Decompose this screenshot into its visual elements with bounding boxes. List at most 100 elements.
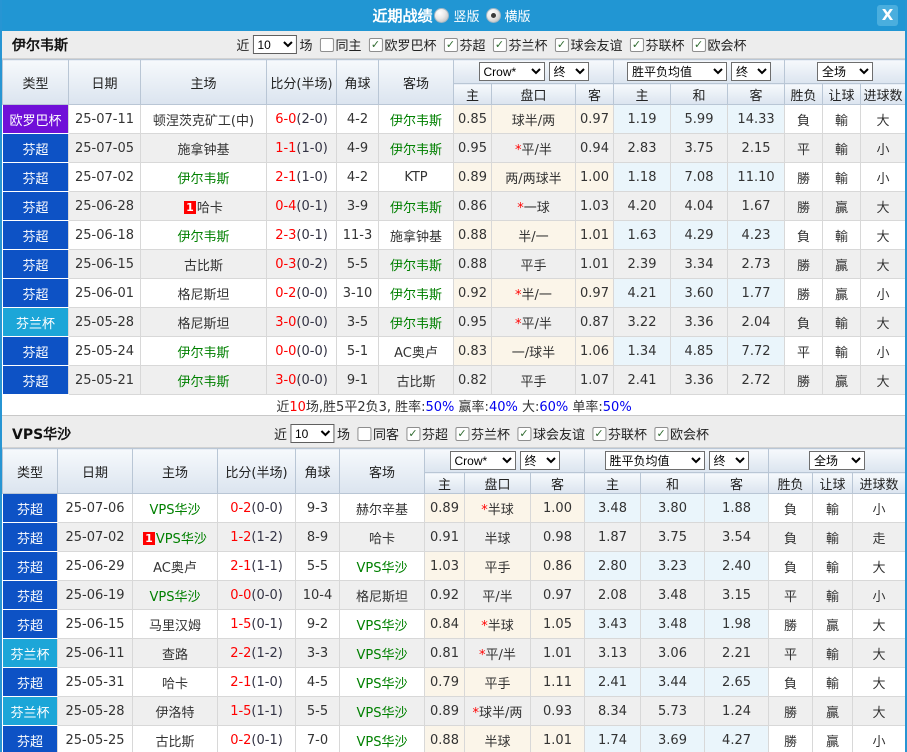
home-team-name: 伊尔韦斯 (177, 171, 230, 187)
match-date: 25-06-15 (68, 249, 141, 279)
league-filter-checkbox[interactable] (629, 37, 644, 52)
odds-company-select[interactable]: Crow* (478, 62, 545, 81)
league-filter-checkbox[interactable] (592, 426, 607, 441)
crown-home-odds: 0.81 (424, 638, 465, 668)
crown-home-odds: 0.92 (424, 580, 465, 610)
match-row: 芬超 25-05-21 伊尔韦斯 3-0(0-0) 9-1 古比斯 0.82 平手 1.07 2.… (2, 365, 905, 395)
league-filter-checkbox[interactable] (368, 37, 383, 52)
handicap-result-cell: 輸 (822, 307, 862, 337)
handicap-result-cell: 輸 (812, 580, 854, 610)
odds-stage-select[interactable]: 终 (548, 62, 589, 81)
corners-cell: 9-2 (295, 609, 340, 639)
fulltime-score: 1-5 (230, 616, 252, 632)
avg-stage-select[interactable]: 终 (708, 451, 749, 470)
avg-home-odds: 2.41 (584, 667, 642, 697)
goals-result-cell: 大 (860, 220, 905, 250)
match-row: 芬超 25-06-18 伊尔韦斯 2-3(0-1) 11-3 施拿钟基 0.88 半/一 1.0… (2, 220, 905, 250)
halftime-score: (1-2) (251, 645, 283, 661)
avg-away-odds: 3.54 (704, 522, 770, 552)
halftime-score: (0-0) (296, 372, 328, 388)
avg-away-odds: 2.21 (704, 638, 770, 668)
handicap-cell: 平手 (464, 667, 531, 697)
away-team-name: AC奥卢 (394, 345, 438, 361)
match-count-select[interactable]: 10 (252, 35, 297, 54)
halftime-score: (1-0) (296, 140, 328, 156)
avg-select[interactable]: 胜平负均值 (627, 62, 728, 81)
sub-column-header: 和 (670, 83, 729, 105)
league-badge: 芬超 (2, 133, 69, 163)
halftime-score: (1-0) (296, 169, 328, 185)
goals-result-cell: 大 (852, 609, 905, 639)
halftime-score: (1-0) (251, 674, 283, 690)
handicap-text: 平手 (484, 676, 511, 692)
handicap-text: 两/两球半 (505, 171, 562, 187)
score-cell: 1-2(1-2) (217, 522, 296, 552)
avg-stage-select[interactable]: 终 (731, 62, 772, 81)
crown-away-odds: 1.05 (529, 609, 586, 639)
scope-select[interactable]: 全场 (809, 451, 866, 470)
corners-cell: 10-4 (295, 580, 340, 610)
avg-select[interactable]: 胜平负均值 (604, 451, 705, 470)
summary-segment: 场,胜5平2负3, 胜率: (305, 399, 426, 415)
scope-group: 全场 (784, 59, 905, 84)
crown-away-odds: 0.94 (574, 133, 615, 163)
sub-column-header: 盘口 (491, 83, 576, 105)
goals-result-cell: 大 (860, 365, 905, 395)
score-cell: 2-1(1-0) (266, 162, 337, 192)
match-date: 25-05-25 (57, 725, 133, 752)
home-team-name: 伊尔韦斯 (177, 345, 230, 361)
avg-draw-odds: 3.75 (640, 522, 706, 552)
corners-cell: 4-2 (336, 104, 379, 134)
crown-away-odds: 0.97 (529, 580, 586, 610)
same-venue-checkbox[interactable] (319, 37, 334, 52)
league-filter-checkbox[interactable] (492, 37, 507, 52)
column-header: 日期 (57, 448, 133, 494)
league-badge: 芬超 (2, 725, 58, 752)
score-cell: 3-0(0-0) (266, 365, 337, 395)
handicap-result-cell: 輸 (812, 493, 854, 523)
scope-select[interactable]: 全场 (817, 62, 874, 81)
score-cell: 0-2(0-0) (217, 493, 296, 523)
league-filter-checkbox[interactable] (554, 37, 569, 52)
handicap-text: 平/半 (482, 589, 513, 605)
league-filter-checkbox[interactable] (405, 426, 420, 441)
crown-away-odds: 1.03 (574, 191, 615, 221)
avg-draw-odds: 5.99 (670, 104, 729, 134)
handicap-result-cell: 贏 (812, 696, 854, 726)
avg-home-odds: 2.83 (613, 133, 672, 163)
sub-column-header: 主 (453, 83, 492, 105)
result-cell: 勝 (784, 162, 824, 192)
league-filter-checkbox[interactable] (691, 37, 706, 52)
match-date: 25-06-01 (68, 278, 141, 308)
avg-away-odds: 1.67 (727, 191, 786, 221)
home-team: 古比斯 (140, 249, 267, 279)
league-filter-checkbox[interactable] (517, 426, 532, 441)
handicap-cell: 平手 (464, 551, 531, 581)
league-filter-checkbox[interactable] (443, 37, 458, 52)
close-icon[interactable]: X (877, 5, 898, 26)
header-selects-row: 类型 日期 主场 比分(半场) 角球 客场 Crow* 终胜平负均值终全场 (2, 448, 905, 494)
league-filter-checkbox[interactable] (654, 426, 669, 441)
radio-horizontal-layout[interactable] (485, 8, 501, 23)
home-team-name: 格尼斯坦 (177, 287, 230, 303)
away-team: VPS华沙 (339, 667, 425, 697)
corners-cell: 3-3 (295, 638, 340, 668)
league-badge: 芬超 (2, 220, 69, 250)
radio-vertical-layout[interactable] (434, 8, 450, 23)
halftime-score: (1-2) (251, 529, 283, 545)
away-team: 伊尔韦斯 (378, 249, 454, 279)
odds-company-select[interactable]: Crow* (449, 451, 516, 470)
score-cell: 0-3(0-2) (266, 249, 337, 279)
score-cell: 0-4(0-1) (266, 191, 337, 221)
goals-result-cell: 大 (860, 104, 905, 134)
sub-column-header: 和 (640, 472, 706, 494)
league-filter-checkbox[interactable] (455, 426, 469, 441)
same-venue-checkbox[interactable] (356, 426, 371, 441)
odds-stage-select[interactable]: 终 (519, 451, 560, 470)
fulltime-score: 0-3 (275, 256, 297, 272)
fulltime-score: 0-4 (275, 198, 297, 214)
handicap-text: 半/一 (521, 287, 552, 303)
avg-away-odds: 4.23 (727, 220, 786, 250)
home-team: 伊尔韦斯 (140, 336, 267, 366)
match-count-select[interactable]: 10 (289, 424, 334, 443)
